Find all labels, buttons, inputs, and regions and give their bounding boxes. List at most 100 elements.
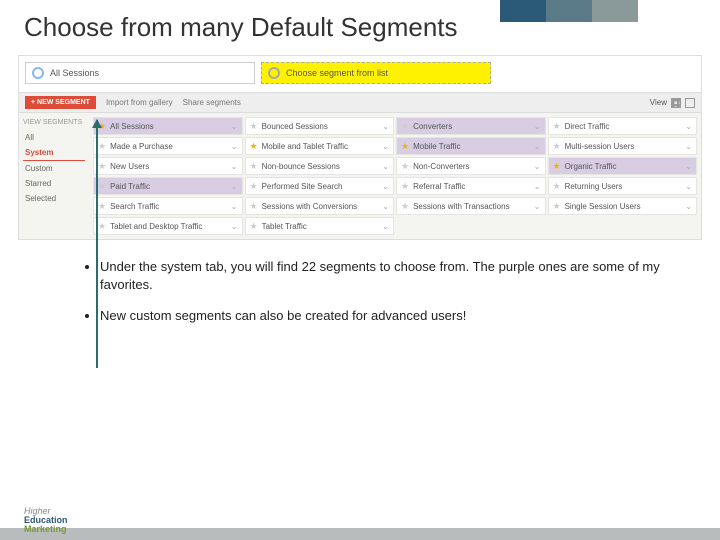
segment-tile[interactable]: ★Mobile Traffic⌄ xyxy=(396,137,546,155)
grid-view-icon[interactable] xyxy=(671,98,681,108)
chevron-down-icon[interactable]: ⌄ xyxy=(534,162,541,171)
segment-tile[interactable]: ★ Search Traffic ⌄ xyxy=(93,197,243,215)
new-segment-button[interactable]: + NEW SEGMENT xyxy=(25,96,96,109)
segment-tile[interactable]: ★ Referral Traffic ⌄ xyxy=(396,177,546,195)
star-icon[interactable]: ★ xyxy=(553,161,561,172)
star-icon[interactable]: ★ xyxy=(98,181,106,192)
segment-tile[interactable]: ★All Sessions⌄ xyxy=(93,117,243,135)
segment-label: Paid Traffic xyxy=(110,182,150,191)
segment-tile[interactable]: ★ Organic Traffic ⌄ xyxy=(548,157,698,175)
chevron-down-icon[interactable]: ⌄ xyxy=(231,182,238,191)
segment-label: Converters xyxy=(413,122,452,131)
star-icon[interactable]: ★ xyxy=(401,201,409,212)
share-link[interactable]: Share segments xyxy=(183,98,241,107)
chevron-down-icon[interactable]: ⌄ xyxy=(534,122,541,131)
segment-label: Mobile and Tablet Traffic xyxy=(262,142,348,151)
segment-tile[interactable]: ★ Non-Converters ⌄ xyxy=(396,157,546,175)
segment-tile[interactable]: ★ Returning Users ⌄ xyxy=(548,177,698,195)
segment-sidebar: VIEW SEGMENTS AllSystemCustomStarredSele… xyxy=(19,113,89,239)
chevron-down-icon[interactable]: ⌄ xyxy=(382,162,389,171)
chevron-down-icon[interactable]: ⌄ xyxy=(382,142,389,151)
star-icon[interactable]: ★ xyxy=(98,141,106,152)
segment-tile[interactable]: ★New Users⌄ xyxy=(93,157,243,175)
star-icon[interactable]: ★ xyxy=(401,161,409,172)
segment-body: VIEW SEGMENTS AllSystemCustomStarredSele… xyxy=(19,113,701,239)
star-icon[interactable]: ★ xyxy=(98,161,106,172)
list-view-icon[interactable] xyxy=(685,98,695,108)
chevron-down-icon[interactable]: ⌄ xyxy=(382,122,389,131)
segment-tile[interactable]: ★ Converters ⌄ xyxy=(396,117,546,135)
segment-tile[interactable]: ★Single Session Users⌄ xyxy=(548,197,698,215)
segment-selector-row: All Sessions Choose segment from list xyxy=(19,56,701,92)
chevron-down-icon[interactable]: ⌄ xyxy=(231,202,238,211)
chevron-down-icon[interactable]: ⌄ xyxy=(231,142,238,151)
segment-tile[interactable]: ★Made a Purchase⌄ xyxy=(93,137,243,155)
chevron-down-icon[interactable]: ⌄ xyxy=(382,222,389,231)
view-label: View xyxy=(650,98,667,107)
segment-label: Returning Users xyxy=(565,182,623,191)
segment-tile[interactable]: ★ Paid Traffic ⌄ xyxy=(93,177,243,195)
logo: Higher Education Marketing xyxy=(24,507,68,534)
sidebar-item-custom[interactable]: Custom xyxy=(23,161,85,176)
segment-label: Organic Traffic xyxy=(565,162,617,171)
star-icon[interactable]: ★ xyxy=(250,121,258,132)
star-icon[interactable]: ★ xyxy=(553,201,561,212)
import-link[interactable]: Import from gallery xyxy=(106,98,173,107)
star-icon[interactable]: ★ xyxy=(250,141,258,152)
segment-tile[interactable]: ★ Mobile and Tablet Traffic ⌄ xyxy=(245,137,395,155)
chevron-down-icon[interactable]: ⌄ xyxy=(685,122,692,131)
chevron-down-icon[interactable]: ⌄ xyxy=(382,182,389,191)
selector-label: All Sessions xyxy=(50,68,99,78)
logo-line3: Marketing xyxy=(24,524,67,534)
slide-header: Choose from many Default Segments xyxy=(0,0,720,51)
segment-label: Search Traffic xyxy=(110,202,159,211)
star-icon[interactable]: ★ xyxy=(401,121,409,132)
star-icon[interactable]: ★ xyxy=(250,201,258,212)
segment-label: Non-Converters xyxy=(413,162,469,171)
sidebar-item-starred[interactable]: Starred xyxy=(23,176,85,191)
star-icon[interactable]: ★ xyxy=(553,181,561,192)
segment-tile[interactable]: ★ Bounced Sessions ⌄ xyxy=(245,117,395,135)
star-icon[interactable]: ★ xyxy=(98,221,106,232)
chevron-down-icon[interactable]: ⌄ xyxy=(534,182,541,191)
chevron-down-icon[interactable]: ⌄ xyxy=(231,162,238,171)
star-icon[interactable]: ★ xyxy=(553,141,561,152)
star-icon[interactable]: ★ xyxy=(250,181,258,192)
star-icon[interactable]: ★ xyxy=(98,201,106,212)
star-icon[interactable]: ★ xyxy=(250,221,258,232)
circle-icon xyxy=(268,67,280,79)
segment-label: Referral Traffic xyxy=(413,182,465,191)
selector-all-sessions[interactable]: All Sessions xyxy=(25,62,255,84)
chevron-down-icon[interactable]: ⌄ xyxy=(382,202,389,211)
sidebar-item-selected[interactable]: Selected xyxy=(23,191,85,206)
star-icon[interactable]: ★ xyxy=(401,181,409,192)
chevron-down-icon[interactable]: ⌄ xyxy=(685,142,692,151)
star-icon[interactable]: ★ xyxy=(553,121,561,132)
chevron-down-icon[interactable]: ⌄ xyxy=(231,122,238,131)
segment-tile[interactable]: ★Tablet Traffic⌄ xyxy=(245,217,395,235)
selector-label: Choose segment from list xyxy=(286,68,388,78)
segment-tile[interactable]: ★Tablet and Desktop Traffic⌄ xyxy=(93,217,243,235)
chevron-down-icon[interactable]: ⌄ xyxy=(685,162,692,171)
sidebar-item-system[interactable]: System xyxy=(23,145,85,161)
segment-tile[interactable]: ★ Direct Traffic ⌄ xyxy=(548,117,698,135)
selector-choose-from-list[interactable]: Choose segment from list xyxy=(261,62,491,84)
sidebar-item-all[interactable]: All xyxy=(23,130,85,145)
segment-tile[interactable]: ★Multi-session Users⌄ xyxy=(548,137,698,155)
segment-tile[interactable]: ★Performed Site Search⌄ xyxy=(245,177,395,195)
chevron-down-icon[interactable]: ⌄ xyxy=(534,142,541,151)
star-icon[interactable]: ★ xyxy=(250,161,258,172)
star-icon[interactable]: ★ xyxy=(401,141,409,152)
chevron-down-icon[interactable]: ⌄ xyxy=(685,182,692,191)
segment-toolbar: + NEW SEGMENT Import from gallery Share … xyxy=(19,92,701,113)
segment-tile[interactable]: ★Sessions with Conversions⌄ xyxy=(245,197,395,215)
segment-tile[interactable]: ★Sessions with Transactions⌄ xyxy=(396,197,546,215)
chevron-down-icon[interactable]: ⌄ xyxy=(685,202,692,211)
segment-label: Direct Traffic xyxy=(565,122,610,131)
chevron-down-icon[interactable]: ⌄ xyxy=(231,222,238,231)
chevron-down-icon[interactable]: ⌄ xyxy=(534,202,541,211)
segment-label: Bounced Sessions xyxy=(262,122,328,131)
star-icon[interactable]: ★ xyxy=(98,121,106,132)
slide-notes: Under the system tab, you will find 22 s… xyxy=(0,240,720,325)
segment-tile[interactable]: ★Non-bounce Sessions⌄ xyxy=(245,157,395,175)
